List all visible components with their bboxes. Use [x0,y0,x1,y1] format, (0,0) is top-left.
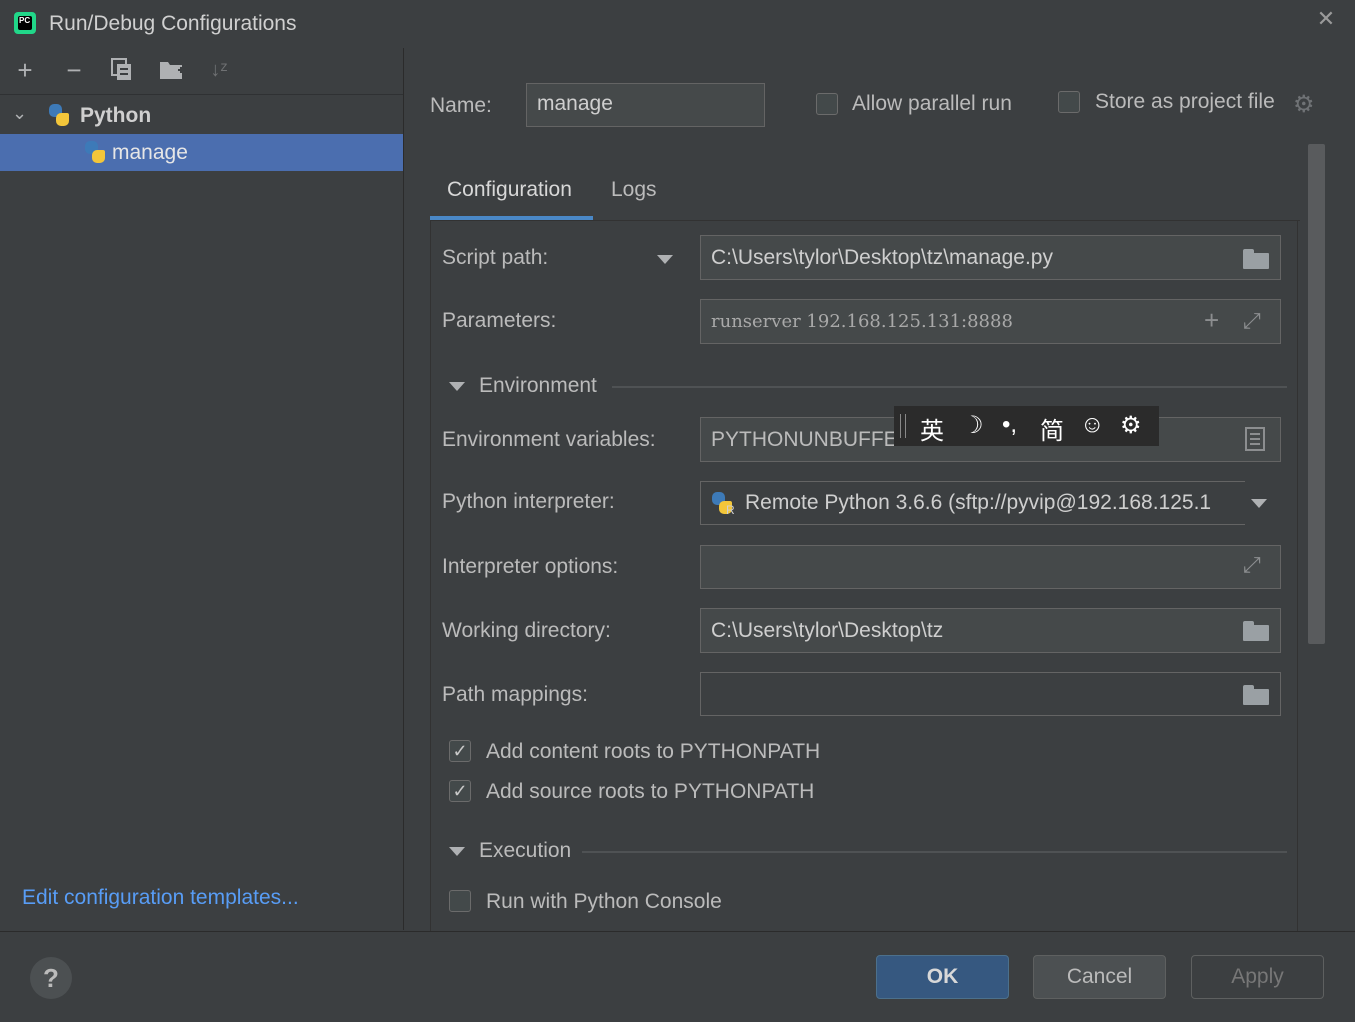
allow-parallel-checkbox[interactable] [816,93,838,115]
ok-button[interactable]: OK [876,955,1009,999]
cancel-button[interactable]: Cancel [1033,955,1166,999]
add-macro-icon[interactable]: + [1204,307,1219,333]
interp-options-label: Interpreter options: [442,555,619,578]
store-project-checkbox[interactable] [1058,91,1080,113]
script-type-dropdown-icon[interactable] [657,255,673,264]
source-roots-label: Add source roots to PYTHONPATH [486,780,815,803]
working-dir-label: Working directory: [442,619,611,642]
interpreter-label: Python interpreter: [442,490,615,513]
content-roots-label: Add content roots to PYTHONPATH [486,740,821,763]
apply-button[interactable]: Apply [1191,955,1324,999]
ime-drag-handle[interactable] [900,414,906,438]
expand-icon[interactable]: ⤢ [1243,309,1261,333]
edit-templates-link[interactable]: Edit configuration templates... [22,886,299,910]
tab-logs[interactable]: Logs [611,178,657,202]
interpreter-select[interactable]: Remote Python 3.6.6 (sftp://pyvip@192.16… [700,481,1281,525]
splitter[interactable] [403,48,404,930]
ime-settings-icon[interactable]: ⚙ [1120,411,1142,440]
tree-group-label: Python [80,104,152,127]
execution-collapse-icon[interactable] [449,847,465,856]
ime-toolbar[interactable]: 英 ☽ •, 简 ☺ ⚙ [894,406,1159,446]
script-path-input[interactable]: C:\Users\tylor\Desktop\tz\manage.py [700,235,1281,280]
ime-simplified-toggle[interactable]: 简 [1040,411,1064,446]
copy-icon[interactable] [109,56,135,84]
punctuation-icon[interactable]: •, [1002,411,1017,439]
execution-separator [582,851,1287,853]
tree-item-manage[interactable]: manage [0,134,403,171]
python-console-checkbox[interactable] [449,890,471,912]
execution-section-title: Execution [479,839,572,862]
close-icon[interactable]: ✕ [1316,6,1336,31]
title-bar: PC Run/Debug Configurations ✕ [0,0,1355,48]
browse-folder-icon[interactable] [1243,249,1269,269]
env-vars-label: Environment variables: [442,428,656,451]
working-dir-value: C:\Users\tylor\Desktop\tz [711,619,944,642]
pycharm-app-icon: PC [14,12,36,34]
interpreter-value: Remote Python 3.6.6 (sftp://pyvip@192.16… [745,491,1212,514]
chevron-down-icon[interactable]: ⌄ [12,103,27,124]
tab-configuration[interactable]: Configuration [447,178,572,202]
python-icon [47,103,71,127]
name-input[interactable]: manage [526,83,765,127]
browse-folder-icon[interactable] [1243,685,1269,705]
moon-icon[interactable]: ☽ [962,411,984,440]
remove-icon[interactable]: − [61,56,87,84]
gear-icon[interactable]: ⚙ [1293,90,1315,119]
add-icon[interactable]: + [12,56,38,84]
script-path-label: Script path: [442,246,549,269]
source-roots-checkbox[interactable]: ✓ [449,780,471,802]
expand-icon[interactable]: ⤢ [1243,553,1261,577]
content-roots-checkbox[interactable]: ✓ [449,740,471,762]
tree-separator [0,94,403,95]
python-console-label: Run with Python Console [486,890,722,913]
allow-parallel-label: Allow parallel run [852,92,1012,115]
environment-section-title: Environment [479,374,597,397]
path-mappings-label: Path mappings: [442,683,588,706]
remote-badge-icon: R [726,503,735,517]
emoji-icon[interactable]: ☺ [1080,411,1105,439]
script-path-value: C:\Users\tylor\Desktop\tz\manage.py [711,246,1053,269]
parameters-label: Parameters: [442,309,557,332]
python-icon [83,140,107,164]
new-folder-icon[interactable] [158,56,184,84]
bottom-separator [0,931,1355,932]
name-label: Name: [430,94,492,117]
tree-group-python[interactable]: ⌄ Python [0,97,403,134]
window-title: Run/Debug Configurations [49,12,297,35]
environment-separator [612,386,1287,388]
parameters-input[interactable]: runserver 192.168.125.131:8888 [700,299,1281,344]
working-dir-input[interactable]: C:\Users\tylor\Desktop\tz [700,608,1281,653]
ime-language-toggle[interactable]: 英 [920,411,944,446]
tree-item-label: manage [112,141,188,164]
edit-env-vars-icon[interactable] [1244,426,1266,457]
chevron-down-icon[interactable] [1251,499,1267,508]
environment-collapse-icon[interactable] [449,382,465,391]
parameters-value: runserver 192.168.125.131:8888 [711,311,1013,332]
path-mappings-input[interactable] [700,672,1281,716]
store-project-label: Store as project file [1095,90,1275,113]
sort-icon[interactable]: ↓ᶻ [206,56,232,84]
interp-options-input[interactable] [700,545,1281,589]
scrollbar[interactable] [1308,144,1325,644]
browse-folder-icon[interactable] [1243,621,1269,641]
help-button[interactable]: ? [30,957,72,999]
